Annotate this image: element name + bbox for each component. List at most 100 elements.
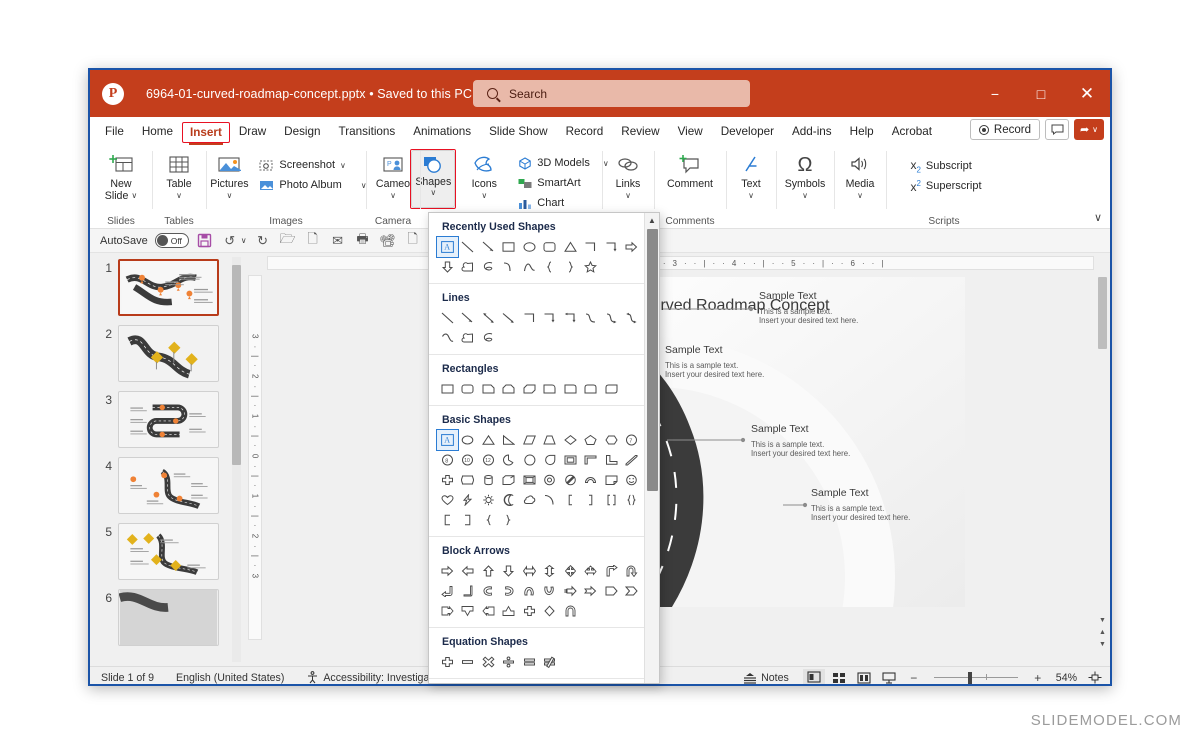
shape-elbow-connector[interactable] xyxy=(581,237,602,257)
thumbnail-row[interactable]: 6 xyxy=(90,589,245,646)
editor-vertical-scrollbar[interactable] xyxy=(1097,275,1108,640)
shape-curved-up-arrow[interactable] xyxy=(519,581,540,601)
email-icon[interactable]: ✉ xyxy=(329,232,347,250)
shape-left-up-arrow[interactable] xyxy=(437,581,458,601)
collapse-ribbon-button[interactable]: ∨ xyxy=(1094,211,1102,224)
shape-left-arrow[interactable] xyxy=(458,561,479,581)
shapes-button[interactable]: Shapes ∨ xyxy=(411,150,455,208)
start-slideshow-icon[interactable]: 📽 xyxy=(379,232,397,250)
icons-button[interactable]: Icons ∨ xyxy=(457,148,511,202)
links-button[interactable]: Links ∨ xyxy=(601,148,655,202)
shape-right-arrow[interactable] xyxy=(437,561,458,581)
shape-bevel[interactable] xyxy=(519,470,540,490)
zoom-level[interactable]: 54% xyxy=(1052,672,1081,684)
shape-curve-arc[interactable] xyxy=(499,257,520,277)
shape-double-arrow[interactable] xyxy=(478,308,499,328)
tab-draw[interactable]: Draw xyxy=(230,120,275,144)
slide-thumbnail-6[interactable] xyxy=(118,589,219,646)
shape-scribble[interactable] xyxy=(478,328,499,348)
print-preview-icon[interactable]: 🖶 xyxy=(354,232,372,250)
new-slide-button[interactable]: New Slide ∨ xyxy=(94,148,148,202)
slide-thumbnail-2[interactable]: Curved Roadmap Concept xyxy=(118,325,219,382)
shape-chord[interactable] xyxy=(519,450,540,470)
shape-up-arrow-callout[interactable] xyxy=(499,601,520,621)
shape-line-arrow[interactable] xyxy=(458,308,479,328)
shape-snip-same-side-corner-rectangle[interactable] xyxy=(499,379,520,399)
shape-rounded-rectangle[interactable] xyxy=(458,379,479,399)
shape-up-down-arrow[interactable] xyxy=(540,561,561,581)
media-button[interactable]: Media ∨ xyxy=(833,148,887,202)
shape-quad-arrow[interactable] xyxy=(560,561,581,581)
shape-rounded-rectangle[interactable] xyxy=(540,237,561,257)
links-chevron-down-icon[interactable]: ∨ xyxy=(625,190,631,202)
shape-line[interactable] xyxy=(437,308,458,328)
shape-heart[interactable] xyxy=(437,490,458,510)
comments-button[interactable] xyxy=(1045,119,1069,140)
thumbnail-row[interactable]: 3 Curved Roadmap Concept xyxy=(90,391,245,448)
shapes-scrollbar-thumb[interactable] xyxy=(647,229,658,491)
subscript-button[interactable]: x2 Subscript xyxy=(907,156,984,176)
close-button[interactable]: ✕ xyxy=(1064,70,1110,117)
shape-can[interactable] xyxy=(478,470,499,490)
thumbnail-row[interactable]: 2 Curved Roadmap Concept xyxy=(90,325,245,382)
shape-up-arrow[interactable] xyxy=(478,561,499,581)
superscript-button[interactable]: x2 Superscript xyxy=(907,176,984,196)
shape-isosceles-triangle[interactable] xyxy=(478,430,499,450)
open-icon[interactable]: 🗁 xyxy=(279,232,297,250)
shape-star-5-point[interactable] xyxy=(581,257,602,277)
shape-snip-single-corner-rectangle[interactable] xyxy=(478,379,499,399)
text-chevron-down-icon[interactable]: ∨ xyxy=(748,190,754,202)
shape-bent-up-arrow[interactable] xyxy=(458,581,479,601)
table-chevron-down-icon[interactable]: ∨ xyxy=(176,190,182,202)
shape-sun[interactable] xyxy=(478,490,499,510)
shape-round-single-corner-rectangle[interactable] xyxy=(560,379,581,399)
save-icon[interactable] xyxy=(196,232,214,250)
pictures-button[interactable]: Pictures ∨ xyxy=(202,148,256,202)
share-button[interactable]: ➦ ∨ xyxy=(1074,119,1104,140)
cameo-chevron-down-icon[interactable]: ∨ xyxy=(390,190,396,202)
shape-line[interactable] xyxy=(458,237,479,257)
shape-chevron-arrow[interactable] xyxy=(622,581,643,601)
thumbnail-scrollbar[interactable] xyxy=(232,257,241,662)
shape-folded-corner[interactable] xyxy=(601,470,622,490)
record-button[interactable]: Record xyxy=(970,119,1040,140)
tab-insert[interactable]: Insert xyxy=(182,122,230,143)
shape-right-bracket-wide[interactable] xyxy=(458,510,479,530)
shape-right-brace[interactable] xyxy=(560,257,581,277)
minimize-button[interactable]: − xyxy=(972,70,1018,117)
photo-album-button[interactable]: Photo Album ∨ xyxy=(256,175,369,195)
shape-frame[interactable] xyxy=(560,450,581,470)
search-input[interactable]: Search xyxy=(473,80,750,107)
shape-octagon[interactable]: 8 xyxy=(437,450,458,470)
redo-icon[interactable]: ↻ xyxy=(254,232,272,250)
shapes-dropdown-menu[interactable]: Recently Used Shapes A xyxy=(428,212,660,684)
shape-elbow-double-arrow-connector[interactable] xyxy=(560,308,581,328)
slide-thumbnail-panel[interactable]: 1 Curved Roadmap Concept xyxy=(90,253,245,666)
shape-heptagon[interactable]: 7 xyxy=(622,430,643,450)
shape-quad-arrow-callout[interactable] xyxy=(519,601,540,621)
shape-hexagon[interactable] xyxy=(601,430,622,450)
shape-no-symbol[interactable] xyxy=(560,470,581,490)
thumbnail-row[interactable]: 5 Curved Roadmap Concept xyxy=(90,523,245,580)
shape-left-bracket-wide[interactable] xyxy=(437,510,458,530)
shape-left-right-arrow[interactable] xyxy=(519,561,540,581)
shape-curved-double-arrow-connector[interactable] xyxy=(622,308,643,328)
shape-cross[interactable] xyxy=(437,470,458,490)
shape-teardrop[interactable] xyxy=(540,450,561,470)
shapes-dropdown-scrollbar[interactable]: ▲ xyxy=(644,213,659,683)
shape-text-box[interactable]: A xyxy=(437,430,458,450)
shape-pie[interactable] xyxy=(499,450,520,470)
shape-donut[interactable] xyxy=(540,470,561,490)
shape-down-arrow[interactable] xyxy=(499,561,520,581)
shape-right-brace[interactable] xyxy=(499,510,520,530)
shape-half-frame[interactable] xyxy=(581,450,602,470)
notes-button[interactable]: Notes xyxy=(732,672,800,684)
shape-plus[interactable] xyxy=(437,652,458,672)
shape-lightning-bolt[interactable] xyxy=(458,490,479,510)
shape-curved-left-arrow[interactable] xyxy=(499,581,520,601)
shape-isosceles-triangle[interactable] xyxy=(560,237,581,257)
shape-curved-down-arrow[interactable] xyxy=(540,581,561,601)
shape-left-right-arrow-callout[interactable] xyxy=(540,601,561,621)
shape-double-brace[interactable] xyxy=(622,490,643,510)
tab-help[interactable]: Help xyxy=(841,120,883,144)
